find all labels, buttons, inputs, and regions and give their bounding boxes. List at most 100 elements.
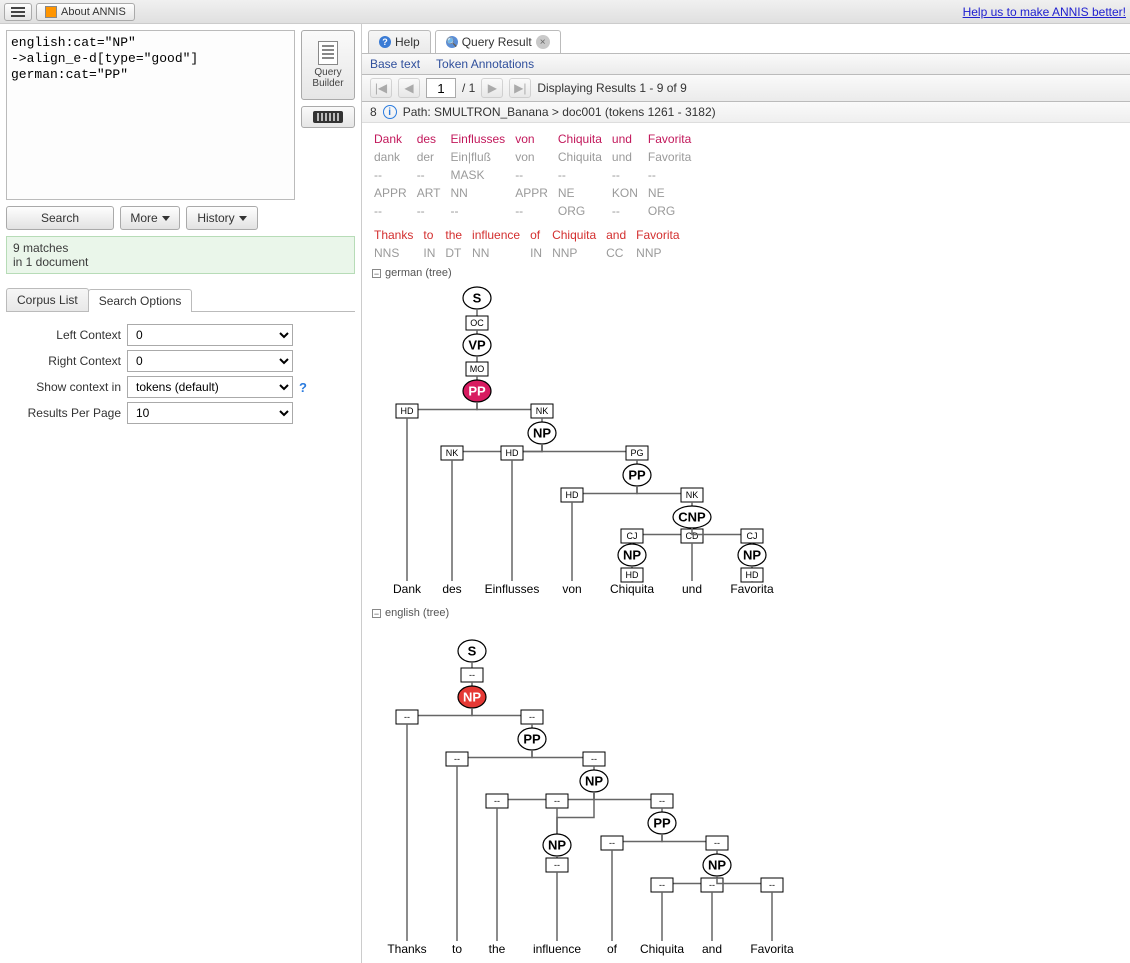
token-cell: Chiquita — [558, 149, 610, 165]
token-cell: NN — [450, 185, 513, 201]
svg-text:MO: MO — [470, 364, 485, 374]
token-cell: NN — [472, 245, 528, 261]
token-cell: Einflusses — [450, 131, 513, 147]
left-context-label: Left Context — [6, 328, 121, 342]
search-button[interactable]: Search — [6, 206, 114, 230]
more-button[interactable]: More — [120, 206, 180, 230]
tree-german: SOCVPMOPPHDDankNKNPNKdesHDEinflussesPGPP… — [372, 283, 812, 603]
svg-text:CJ: CJ — [747, 531, 758, 541]
pager-last-button[interactable]: ▶| — [509, 78, 531, 98]
token-cell: -- — [417, 203, 449, 219]
sidebar-toggle-button[interactable] — [4, 3, 32, 21]
svg-text:Favorita: Favorita — [730, 582, 774, 596]
virtual-keyboard-button[interactable] — [301, 106, 355, 128]
tab-help[interactable]: ? Help — [368, 30, 431, 53]
mode-token-annotations[interactable]: Token Annotations — [436, 57, 534, 71]
svg-text:NP: NP — [585, 774, 603, 789]
svg-text:Chiquita: Chiquita — [610, 582, 654, 596]
tree-title-de: − german (tree) — [372, 267, 1120, 279]
close-icon[interactable]: × — [536, 35, 550, 49]
left-context-select[interactable]: 0 — [127, 324, 293, 346]
token-cell: DT — [445, 245, 470, 261]
history-button[interactable]: History — [186, 206, 258, 230]
svg-text:PP: PP — [628, 468, 646, 483]
token-cell: -- — [515, 167, 556, 183]
results-per-page-select[interactable]: 10 — [127, 402, 293, 424]
token-cell: APPR — [515, 185, 556, 201]
show-context-select[interactable]: tokens (default) — [127, 376, 293, 398]
tab-query-result[interactable]: 🔍 Query Result × — [435, 30, 561, 53]
query-input[interactable]: english:cat="NP" ->align_e-d[type="good"… — [6, 30, 295, 200]
svg-text:NK: NK — [536, 406, 549, 416]
token-cell: von — [515, 131, 556, 147]
svg-text:--: -- — [529, 712, 535, 722]
svg-text:NP: NP — [743, 548, 761, 563]
collapse-toggle[interactable]: − — [372, 609, 381, 618]
token-cell: der — [417, 149, 449, 165]
token-cell: von — [515, 149, 556, 165]
feedback-link[interactable]: Help us to make ANNIS better! — [963, 5, 1126, 19]
token-cell: APPR — [374, 185, 415, 201]
token-cell: the — [445, 227, 470, 243]
token-cell: dank — [374, 149, 415, 165]
tree-english: S--NP--Thanks--PP--to--NP--the--NP--infl… — [372, 623, 812, 963]
token-cell: Chiquita — [558, 131, 610, 147]
svg-text:--: -- — [609, 838, 615, 848]
token-cell: und — [612, 131, 646, 147]
svg-text:des: des — [442, 582, 461, 596]
svg-text:NP: NP — [548, 838, 566, 853]
token-cell: -- — [648, 167, 699, 183]
query-panel: english:cat="NP" ->align_e-d[type="good"… — [0, 24, 362, 963]
side-tabs: Corpus List Search Options — [6, 288, 355, 312]
path-bar: 8 i Path: SMULTRON_Banana > doc001 (toke… — [362, 102, 1130, 123]
svg-text:--: -- — [709, 880, 715, 890]
context-help-icon[interactable]: ? — [299, 380, 307, 395]
pager-next-button[interactable]: ▶ — [481, 78, 503, 98]
token-cell: Thanks — [374, 227, 421, 243]
token-cell: -- — [612, 167, 646, 183]
token-cell: of — [530, 227, 550, 243]
token-cell: ORG — [648, 203, 699, 219]
svg-text:NK: NK — [446, 448, 459, 458]
tab-search-options[interactable]: Search Options — [88, 289, 193, 312]
token-cell: CC — [606, 245, 634, 261]
result-number: 8 — [370, 105, 377, 119]
right-context-select[interactable]: 0 — [127, 350, 293, 372]
about-button[interactable]: About ANNIS — [36, 3, 135, 21]
token-cell: to — [423, 227, 443, 243]
top-left: About ANNIS — [4, 3, 135, 21]
pager-page-input[interactable] — [426, 78, 456, 98]
status-docs: in 1 document — [13, 255, 348, 269]
svg-text:NP: NP — [463, 690, 481, 705]
pager-prev-button[interactable]: ◀ — [398, 78, 420, 98]
tab-corpus-list[interactable]: Corpus List — [6, 288, 89, 311]
token-cell: MASK — [450, 167, 513, 183]
svg-text:influence: influence — [533, 942, 581, 956]
svg-text:Chiquita: Chiquita — [640, 942, 684, 956]
svg-text:Favorita: Favorita — [750, 942, 794, 956]
collapse-toggle[interactable]: − — [372, 269, 381, 278]
caret-down-icon — [162, 216, 170, 221]
svg-text:to: to — [452, 942, 462, 956]
top-bar: About ANNIS Help us to make ANNIS better… — [0, 0, 1130, 24]
document-icon — [318, 41, 338, 65]
token-cell: -- — [450, 203, 513, 219]
result-panel: ? Help 🔍 Query Result × Base text Token … — [362, 24, 1130, 963]
info-icon[interactable]: i — [383, 105, 397, 119]
svg-text:HD: HD — [401, 406, 414, 416]
tokens-en-table: ThankstotheinfluenceofChiquitaandFavorit… — [372, 225, 690, 263]
token-cell: KON — [612, 185, 646, 201]
pager-first-button[interactable]: |◀ — [370, 78, 392, 98]
keyboard-icon — [313, 111, 343, 123]
status-matches: 9 matches — [13, 241, 348, 255]
svg-text:HD: HD — [746, 570, 759, 580]
token-cell: IN — [423, 245, 443, 261]
query-builder-button[interactable]: Query Builder — [301, 30, 355, 100]
token-cell: IN — [530, 245, 550, 261]
svg-text:--: -- — [659, 796, 665, 806]
token-cell: ART — [417, 185, 449, 201]
results-per-page-label: Results Per Page — [6, 406, 121, 420]
mode-base-text[interactable]: Base text — [370, 57, 420, 71]
right-tabs: ? Help 🔍 Query Result × — [362, 24, 1130, 53]
svg-text:--: -- — [554, 796, 560, 806]
